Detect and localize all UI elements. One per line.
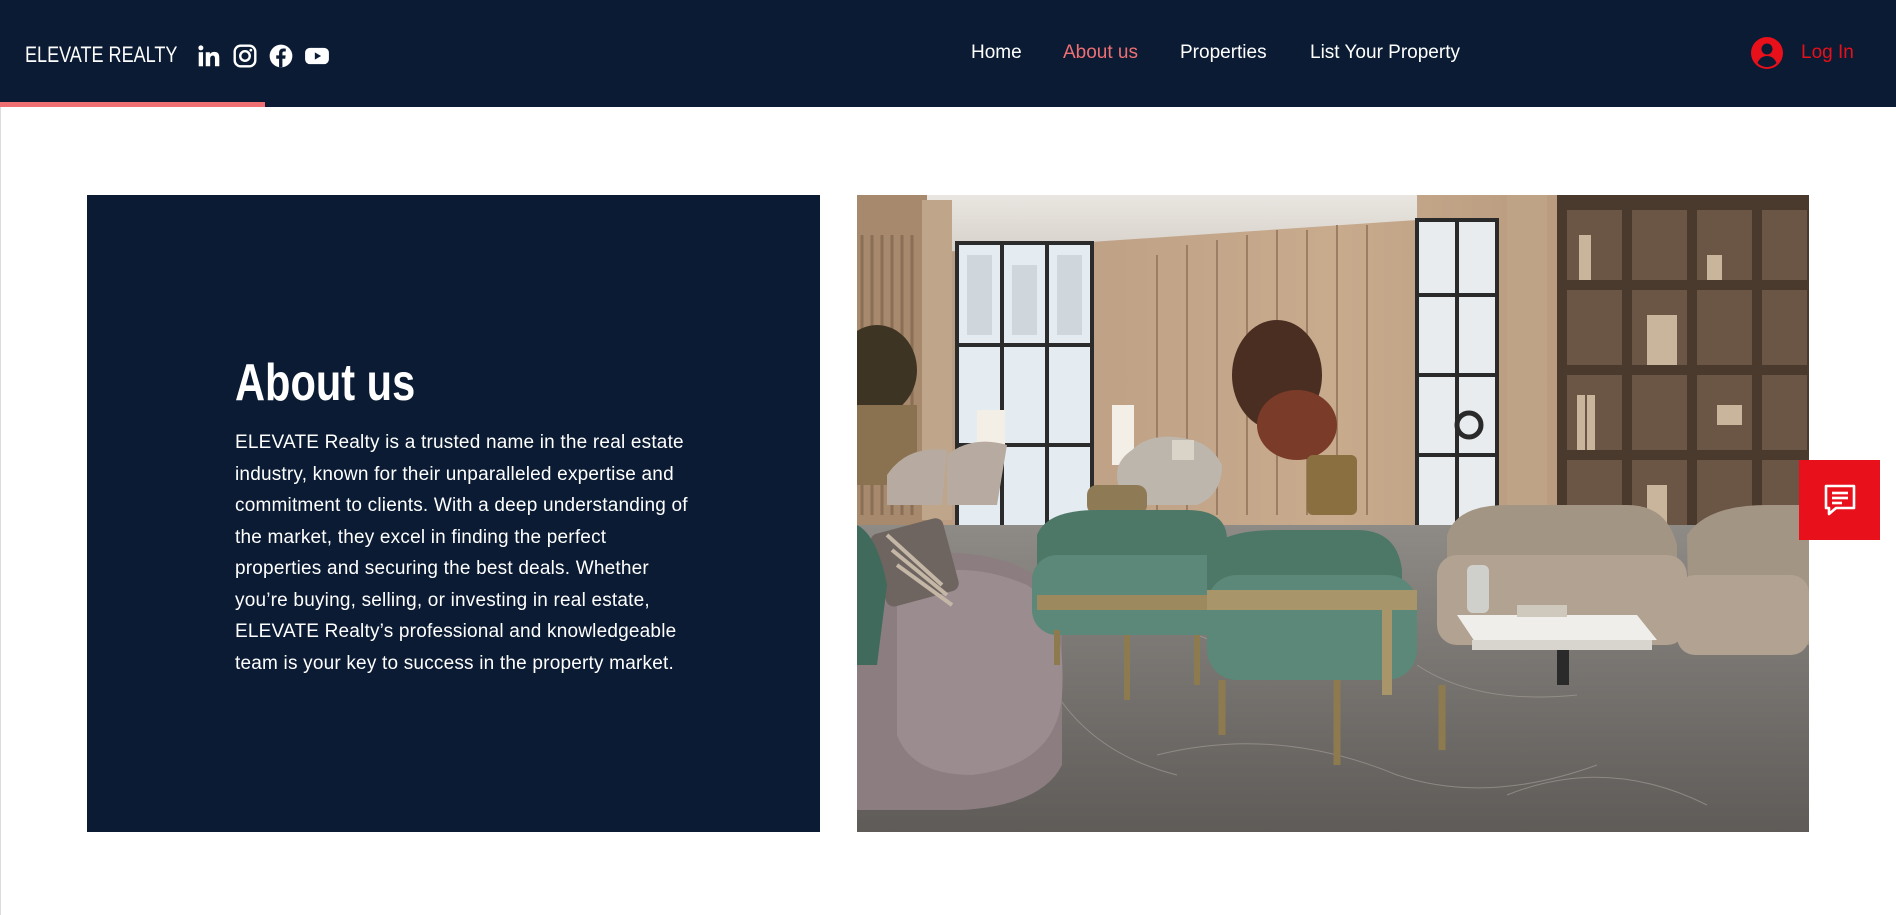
page-left-border xyxy=(0,107,1,915)
login-link[interactable]: Log In xyxy=(1801,40,1854,66)
instagram-icon[interactable] xyxy=(232,43,258,69)
linkedin-icon[interactable] xyxy=(196,43,222,69)
header-accent-bar xyxy=(0,102,265,107)
youtube-icon[interactable] xyxy=(304,43,330,69)
site-header: ELEVATE REALTY Home About us Properties … xyxy=(0,0,1896,107)
nav-about-us[interactable]: About us xyxy=(1063,40,1138,66)
facebook-icon[interactable] xyxy=(268,43,294,69)
about-panel: About us ELEVATE Realty is a trusted nam… xyxy=(87,195,820,832)
user-avatar-icon[interactable] xyxy=(1750,36,1784,70)
nav-properties[interactable]: Properties xyxy=(1180,40,1267,66)
lobby-interior-photo xyxy=(857,195,1809,832)
nav-list-your-property[interactable]: List Your Property xyxy=(1310,40,1460,66)
nav-home[interactable]: Home xyxy=(971,40,1022,66)
chat-icon xyxy=(1824,484,1856,516)
about-description: ELEVATE Realty is a trusted name in the … xyxy=(235,432,688,674)
about-title: About us xyxy=(235,354,416,412)
site-logo[interactable]: ELEVATE REALTY xyxy=(25,40,177,70)
chat-button[interactable] xyxy=(1799,460,1880,540)
